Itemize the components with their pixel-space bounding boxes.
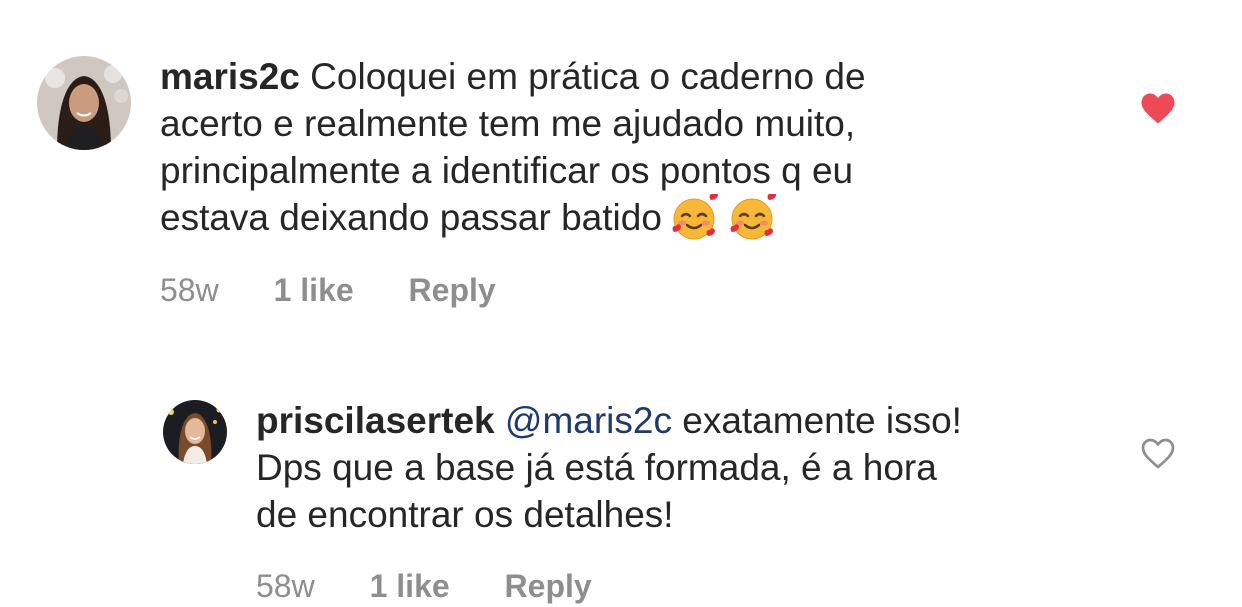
comment-username[interactable]: priscilasertek [256,400,495,441]
comment-line: de encontrar os detalhes! [256,494,674,535]
smiling-face-with-hearts-icon [726,192,778,242]
comment-time: 58w [160,272,219,308]
comment-meta: 58w 1 like Reply [256,568,592,605]
reply-text: priscilasertek @maris2c exatamente isso!… [256,397,962,538]
reply-button[interactable]: Reply [409,272,496,308]
avatar-image [163,400,227,464]
mention-link[interactable]: @maris2c [505,400,672,441]
comment-line: Coloquei em prática o caderno de [310,56,866,97]
avatar-image [37,56,131,150]
heart-filled-icon[interactable] [1140,92,1176,125]
reply-comment-item: priscilasertek @maris2c exatamente isso!… [0,380,1242,607]
heart-outline-icon[interactable] [1140,437,1176,470]
comment-text: maris2c Coloquei em prática o caderno de… [160,53,866,242]
avatar[interactable] [37,56,131,150]
comment-time: 58w [256,568,315,604]
comment-line: exatamente isso! [682,400,962,441]
comment-line: Dps que a base já está formada, é a hora [256,447,937,488]
comment-meta: 58w 1 like Reply [160,272,496,309]
smiling-face-with-hearts-icon [668,192,720,242]
comment-username[interactable]: maris2c [160,56,300,97]
like-count-button[interactable]: 1 like [370,568,450,604]
comment-item: maris2c Coloquei em prática o caderno de… [0,0,1242,320]
comment-line: estava deixando passar batido [160,197,662,238]
comment-line: acerto e realmente tem me ajudado muito, [160,103,856,144]
like-count-button[interactable]: 1 like [274,272,354,308]
avatar[interactable] [163,400,227,464]
comment-line: principalmente a identificar os pontos q… [160,150,854,191]
reply-button[interactable]: Reply [505,568,592,604]
